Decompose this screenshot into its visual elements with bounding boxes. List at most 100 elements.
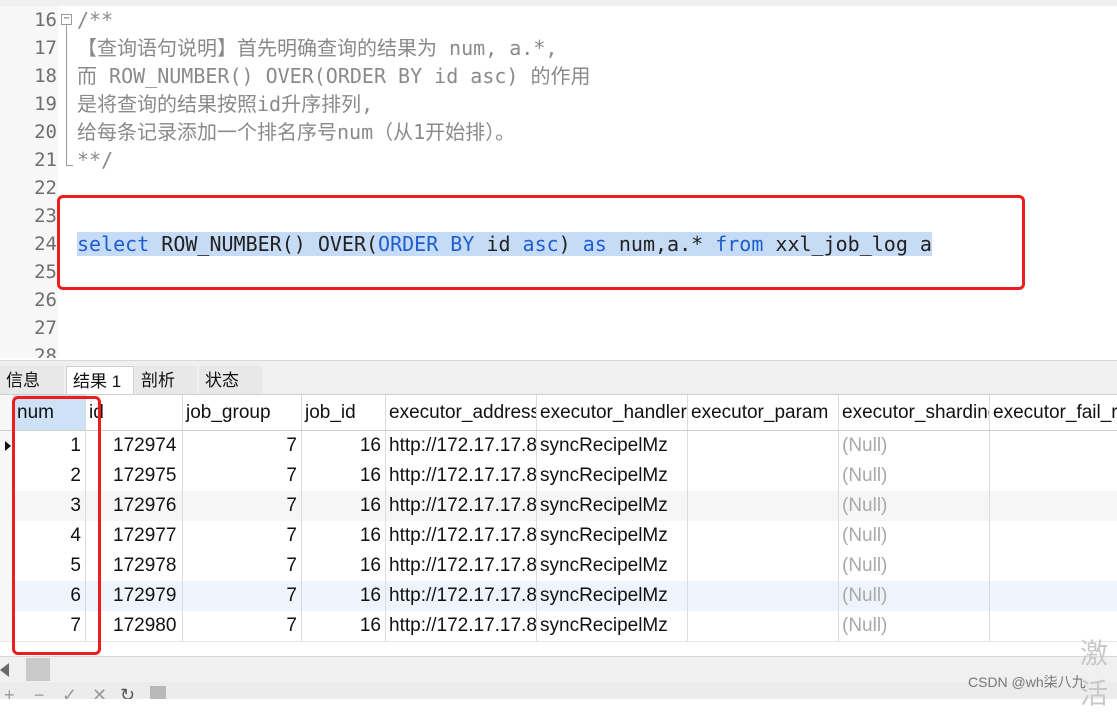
cell-num[interactable]: 5: [14, 551, 86, 581]
stop-icon[interactable]: [150, 686, 166, 699]
column-header-executor-param[interactable]: executor_param: [688, 395, 839, 430]
cell-id[interactable]: 172978: [86, 551, 183, 581]
cell-job-group[interactable]: 7: [183, 611, 302, 641]
table-row[interactable]: 2 172975 7 16 http://172.17.17.8 syncRec…: [0, 461, 1117, 492]
column-header-executor-sharding[interactable]: executor_sharding_param: [839, 395, 990, 430]
cell-executor-param[interactable]: [688, 461, 839, 491]
cell-id[interactable]: 172975: [86, 461, 183, 491]
cell-executor-handler[interactable]: syncRecipelMz: [537, 461, 688, 491]
cell-executor-fail[interactable]: [990, 581, 1117, 611]
cell-executor-param[interactable]: [688, 551, 839, 581]
column-header-executor-address[interactable]: executor_address: [386, 395, 537, 430]
cell-executor-address[interactable]: http://172.17.17.8: [386, 491, 537, 521]
cell-job-group[interactable]: 7: [183, 431, 302, 461]
tab-profile[interactable]: 剖析: [135, 366, 197, 395]
cell-num[interactable]: 4: [14, 521, 86, 551]
cell-num[interactable]: 1: [14, 431, 86, 461]
table-row[interactable]: 6 172979 7 16 http://172.17.17.8 syncRec…: [0, 581, 1117, 612]
cell-job-id[interactable]: 16: [302, 491, 386, 521]
cell-executor-sharding[interactable]: (Null): [839, 551, 990, 581]
cell-executor-sharding[interactable]: (Null): [839, 461, 990, 491]
cell-num[interactable]: 6: [14, 581, 86, 611]
scrollbar-thumb[interactable]: [26, 658, 50, 681]
cell-executor-param[interactable]: [688, 611, 839, 641]
cell-job-group[interactable]: 7: [183, 461, 302, 491]
table-row[interactable]: 3 172976 7 16 http://172.17.17.8 syncRec…: [0, 491, 1117, 522]
row-indicator: [0, 461, 14, 491]
cell-executor-address[interactable]: http://172.17.17.8: [386, 551, 537, 581]
table-row[interactable]: 4 172977 7 16 http://172.17.17.8 syncRec…: [0, 521, 1117, 552]
cell-executor-sharding[interactable]: (Null): [839, 431, 990, 461]
cell-executor-address[interactable]: http://172.17.17.8: [386, 521, 537, 551]
cell-id[interactable]: 172976: [86, 491, 183, 521]
sql-text: ): [558, 232, 583, 256]
cell-executor-fail[interactable]: [990, 551, 1117, 581]
cell-executor-handler[interactable]: syncRecipelMz: [537, 611, 688, 641]
cell-job-group[interactable]: 7: [183, 551, 302, 581]
cell-executor-address[interactable]: http://172.17.17.8: [386, 581, 537, 611]
cell-executor-sharding[interactable]: (Null): [839, 491, 990, 521]
cell-executor-address[interactable]: http://172.17.17.8: [386, 461, 537, 491]
cell-executor-param[interactable]: [688, 581, 839, 611]
table-row[interactable]: 1 172974 7 16 http://172.17.17.8 syncRec…: [0, 431, 1117, 462]
column-header-executor-fail[interactable]: executor_fail_retry_count: [990, 395, 1117, 430]
cell-job-id[interactable]: 16: [302, 431, 386, 461]
cell-id[interactable]: 172977: [86, 521, 183, 551]
cell-id[interactable]: 172979: [86, 581, 183, 611]
line-number: 20: [34, 121, 57, 143]
cell-executor-sharding[interactable]: (Null): [839, 521, 990, 551]
tab-status[interactable]: 状态: [199, 366, 262, 395]
cell-executor-handler[interactable]: syncRecipelMz: [537, 491, 688, 521]
apply-changes-icon[interactable]: ✓: [62, 684, 77, 699]
tab-info[interactable]: 信息: [0, 366, 64, 395]
column-header-executor-handler[interactable]: executor_handler: [537, 395, 688, 430]
cell-executor-sharding[interactable]: (Null): [839, 611, 990, 641]
cell-job-id[interactable]: 16: [302, 551, 386, 581]
cell-executor-param[interactable]: [688, 521, 839, 551]
cell-job-group[interactable]: 7: [183, 581, 302, 611]
column-header-num[interactable]: num: [14, 395, 86, 430]
cell-executor-fail[interactable]: [990, 521, 1117, 551]
cell-job-group[interactable]: 7: [183, 521, 302, 551]
cell-executor-handler[interactable]: syncRecipelMz: [537, 521, 688, 551]
cell-num[interactable]: 3: [14, 491, 86, 521]
cell-job-id[interactable]: 16: [302, 461, 386, 491]
horizontal-scrollbar[interactable]: [0, 656, 1117, 683]
cell-id[interactable]: 172974: [86, 431, 183, 461]
fold-collapse-icon[interactable]: −: [61, 14, 72, 25]
add-row-icon[interactable]: +: [4, 684, 15, 699]
cell-executor-handler[interactable]: syncRecipelMz: [537, 431, 688, 461]
cell-num[interactable]: 7: [14, 611, 86, 641]
cell-executor-handler[interactable]: syncRecipelMz: [537, 551, 688, 581]
sql-editor[interactable]: 16 17 18 19 20 21 22 23 24 25 26 27 28 −…: [0, 6, 1117, 358]
column-header-job-id[interactable]: job_id: [302, 395, 386, 430]
line-number-gutter: 16 17 18 19 20 21 22 23 24 25 26 27 28: [0, 6, 58, 358]
table-row[interactable]: 5 172978 7 16 http://172.17.17.8 syncRec…: [0, 551, 1117, 582]
cell-job-group[interactable]: 7: [183, 491, 302, 521]
cell-job-id[interactable]: 16: [302, 611, 386, 641]
cell-executor-fail[interactable]: [990, 461, 1117, 491]
cell-executor-param[interactable]: [688, 491, 839, 521]
tab-result-1[interactable]: 结果 1: [66, 366, 134, 395]
cell-id[interactable]: 172980: [86, 611, 183, 641]
cell-executor-fail[interactable]: [990, 431, 1117, 461]
delete-row-icon[interactable]: −: [34, 684, 45, 699]
cell-executor-address[interactable]: http://172.17.17.8: [386, 611, 537, 641]
row-indicator: [0, 431, 14, 461]
cell-executor-fail[interactable]: [990, 491, 1117, 521]
table-row[interactable]: 7 172980 7 16 http://172.17.17.8 syncRec…: [0, 611, 1117, 642]
refresh-icon[interactable]: ↻: [120, 684, 135, 699]
cell-executor-address[interactable]: http://172.17.17.8: [386, 431, 537, 461]
result-grid[interactable]: num id job_group job_id executor_address…: [0, 394, 1117, 657]
cell-executor-param[interactable]: [688, 431, 839, 461]
sql-statement-line[interactable]: select ROW_NUMBER() OVER(ORDER BY id asc…: [77, 230, 932, 258]
column-header-job-group[interactable]: job_group: [183, 395, 302, 430]
cell-job-id[interactable]: 16: [302, 521, 386, 551]
scroll-left-arrow-icon[interactable]: [0, 663, 9, 677]
cell-executor-sharding[interactable]: (Null): [839, 581, 990, 611]
column-header-id[interactable]: id: [86, 395, 183, 430]
cell-num[interactable]: 2: [14, 461, 86, 491]
discard-changes-icon[interactable]: ✕: [92, 684, 107, 699]
cell-job-id[interactable]: 16: [302, 581, 386, 611]
cell-executor-handler[interactable]: syncRecipelMz: [537, 581, 688, 611]
